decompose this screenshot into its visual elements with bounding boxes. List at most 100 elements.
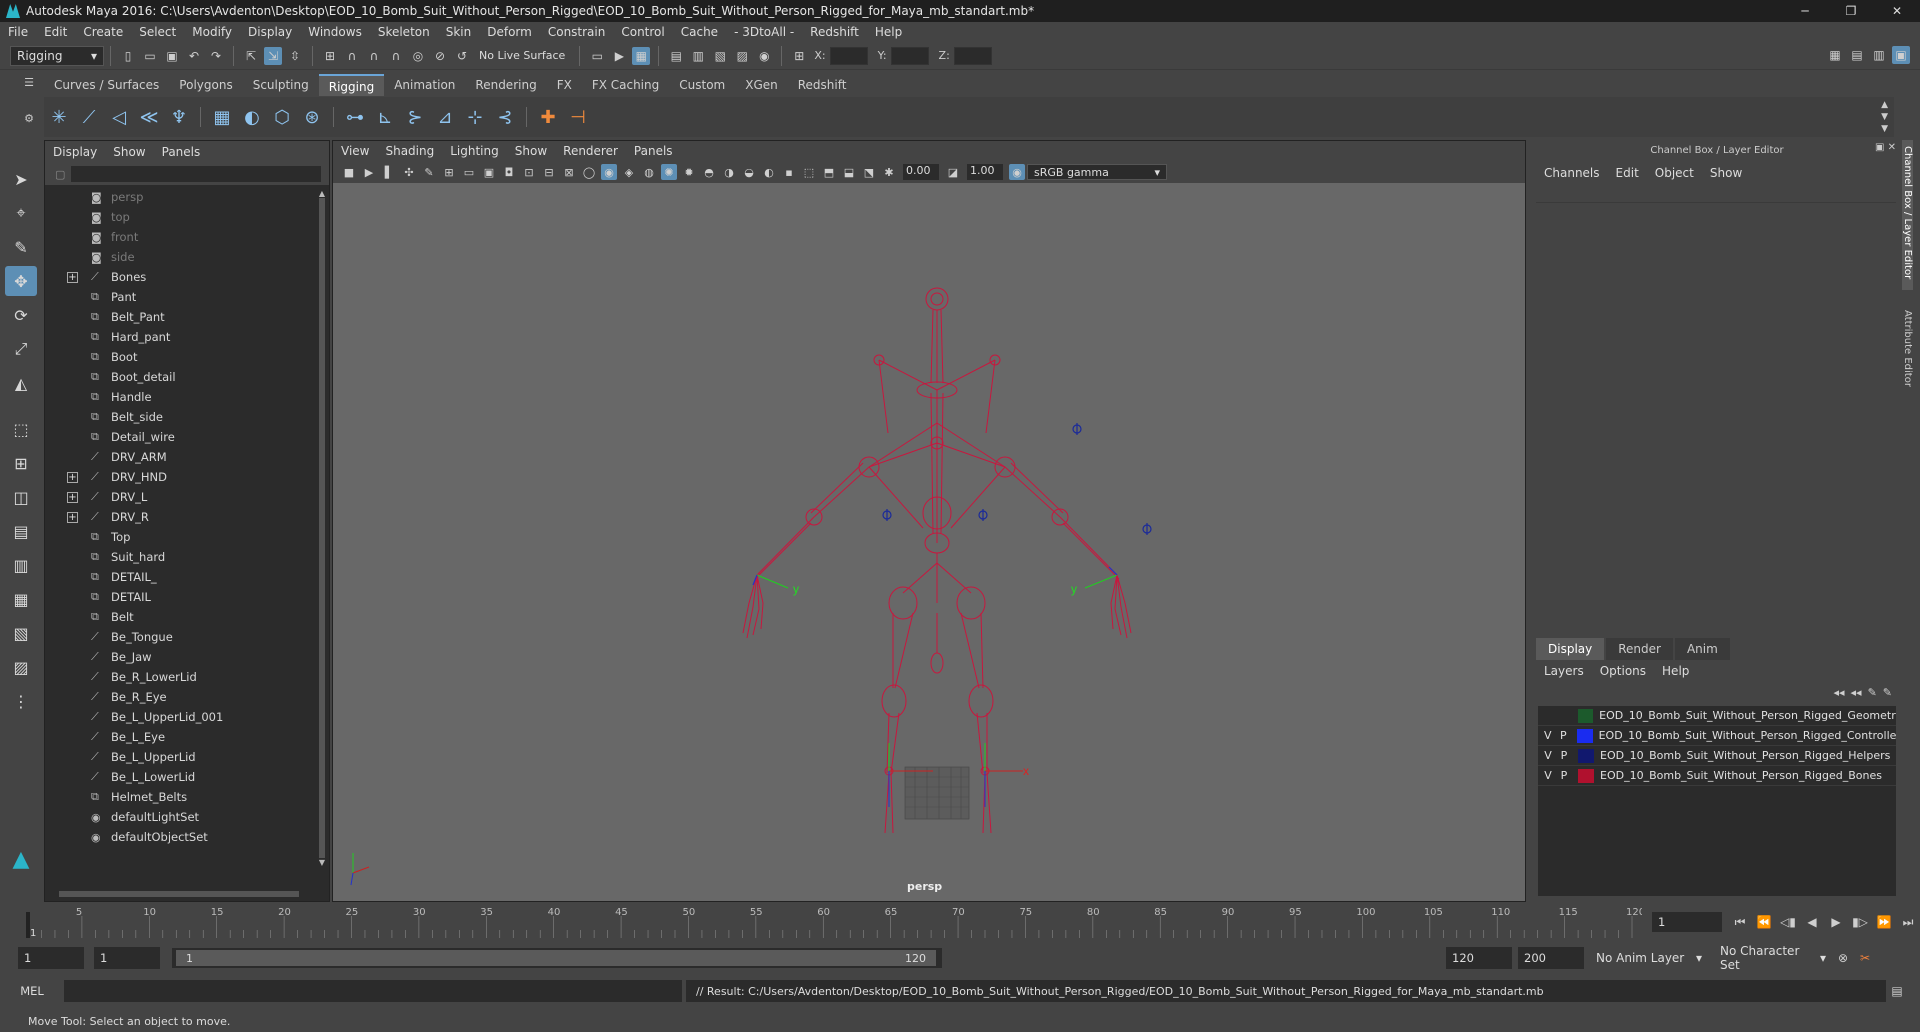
sphere-render-icon[interactable]: ◉ xyxy=(755,47,773,65)
outliner-item[interactable]: ⟋ DRV_ARM xyxy=(45,447,329,467)
outliner-item[interactable]: ⧉ Hard_pant xyxy=(45,327,329,347)
side-tab-attribute-editor[interactable]: Attribute Editor xyxy=(1902,304,1913,404)
interactive-bind-icon[interactable]: ⊱ xyxy=(400,102,430,132)
select-component-icon[interactable]: ⇳ xyxy=(286,47,304,65)
step-back-key-icon[interactable]: ◁▮ xyxy=(1778,913,1798,931)
safe-action-icon[interactable]: ⊟ xyxy=(541,164,557,180)
attribute-editor-toggle-icon[interactable]: ▤ xyxy=(1848,46,1866,64)
layout-c-icon[interactable]: ▧ xyxy=(5,618,37,648)
bind-skin-icon[interactable]: ⊶ xyxy=(340,102,370,132)
shelf-tab-redshift[interactable]: Redshift xyxy=(788,74,857,96)
snap-point-icon[interactable]: ∩ xyxy=(365,47,383,65)
go-to-end-icon[interactable]: ⏭ xyxy=(1898,913,1918,931)
layer-color-swatch[interactable] xyxy=(1578,768,1594,783)
cb-menu-show[interactable]: Show xyxy=(1702,166,1750,180)
camera-bookmark-icon[interactable]: ▶ xyxy=(361,164,377,180)
layout-b-icon[interactable]: ▦ xyxy=(5,584,37,614)
xray-icon[interactable]: ⬚ xyxy=(801,164,817,180)
y-field[interactable] xyxy=(890,46,929,65)
shelf-handle[interactable]: ☰ ⚙ xyxy=(22,74,36,134)
outliner-item[interactable]: ⟋ Be_L_UpperLid xyxy=(45,747,329,767)
range-end-field[interactable]: 120 xyxy=(1446,947,1512,969)
menu-skin[interactable]: Skin xyxy=(438,25,480,39)
outliner-item[interactable]: ⟋ Be_L_LowerLid xyxy=(45,767,329,787)
panel-float-close-icons[interactable]: ▣ ✕ xyxy=(1875,142,1896,153)
construction-history-icon[interactable]: ▶ xyxy=(610,47,628,65)
insert-joint-icon[interactable]: ≪ xyxy=(134,102,164,132)
shelf-scroll-icon[interactable]: ▲ ▼ ▼ xyxy=(1881,99,1888,135)
menu-skeleton[interactable]: Skeleton xyxy=(370,25,438,39)
display-layer-row[interactable]: EOD_10_Bomb_Suit_Without_Person_Rigged_G… xyxy=(1538,706,1896,726)
move-layer-down-icon[interactable]: ◂◂ xyxy=(1851,686,1862,699)
viewport-menu-show[interactable]: Show xyxy=(507,144,555,158)
command-input[interactable] xyxy=(64,980,682,1002)
last-tool-icon[interactable]: ◭ xyxy=(5,368,37,398)
xray-active-icon[interactable]: ⬓ xyxy=(841,164,857,180)
save-scene-icon[interactable]: ▣ xyxy=(163,47,181,65)
menu-create[interactable]: Create xyxy=(75,25,131,39)
select-hierarchy-icon[interactable]: ⇱ xyxy=(242,47,260,65)
layout-d-icon[interactable]: ▨ xyxy=(5,652,37,682)
layer-menu-layers[interactable]: Layers xyxy=(1536,664,1592,678)
expand-icon[interactable]: + xyxy=(67,471,78,483)
joint-tool-icon[interactable]: ✳ xyxy=(44,102,74,132)
layer-visibility-toggle[interactable]: V xyxy=(1542,729,1554,742)
outliner-item[interactable]: ⧉ Handle xyxy=(45,387,329,407)
tool-settings-toggle-icon[interactable]: ▥ xyxy=(1870,46,1888,64)
move-layer-up-icon[interactable]: ◂◂ xyxy=(1833,686,1844,699)
maximize-button[interactable]: ❐ xyxy=(1828,0,1874,22)
render-settings-icon[interactable]: ▧ xyxy=(711,47,729,65)
select-object-icon[interactable]: ⇲ xyxy=(264,46,282,65)
expand-icon[interactable]: + xyxy=(67,271,78,283)
x-field[interactable] xyxy=(829,46,868,65)
outliner-item[interactable]: + ⟋ DRV_L xyxy=(45,487,329,507)
redo-icon[interactable]: ↷ xyxy=(207,47,225,65)
minimize-button[interactable]: ─ xyxy=(1782,0,1828,22)
viewport-canvas[interactable]: y y x persp xyxy=(333,183,1525,901)
unbind-skin-icon[interactable]: ⊿ xyxy=(430,102,460,132)
go-to-start-icon[interactable]: ⏮ xyxy=(1730,913,1750,931)
rotate-tool-icon[interactable]: ⟳ xyxy=(5,300,37,330)
menu-redshift[interactable]: Redshift xyxy=(802,25,867,39)
menu-select[interactable]: Select xyxy=(131,25,184,39)
outliner-item[interactable]: ⧉ Belt_side xyxy=(45,407,329,427)
layer-tab-anim[interactable]: Anim xyxy=(1674,638,1730,660)
layer-menu-options[interactable]: Options xyxy=(1592,664,1654,678)
undo-icon[interactable]: ↶ xyxy=(185,47,203,65)
point-constraint-icon[interactable]: ✚ xyxy=(533,102,563,132)
shadows-icon[interactable]: ✹ xyxy=(681,164,697,180)
outliner-menu-show[interactable]: Show xyxy=(105,145,153,159)
modeling-toolkit-icon[interactable]: ▦ xyxy=(1826,46,1844,64)
outliner-item[interactable]: ◙ side xyxy=(45,247,329,267)
menu-3dtoall[interactable]: - 3DtoAll - xyxy=(726,25,802,39)
hand-manipulator-left[interactable]: y xyxy=(752,574,799,596)
make-live-icon[interactable]: ◎ xyxy=(409,47,427,65)
anim-layer-dropdown[interactable]: No Anim Layer ▾ xyxy=(1590,947,1708,969)
shelf-tab-fx[interactable]: FX xyxy=(547,74,582,96)
textured-icon[interactable]: ◍ xyxy=(641,164,657,180)
current-frame-field[interactable]: 1 xyxy=(1652,912,1722,932)
layer-visibility-toggle[interactable]: V xyxy=(1542,769,1554,782)
wire-deformer-icon[interactable]: ⊛ xyxy=(297,102,327,132)
outliner-vscrollbar[interactable]: ▲ ▼ xyxy=(317,189,327,879)
menu-windows[interactable]: Windows xyxy=(300,25,370,39)
outliner-item[interactable]: ⧉ Pant xyxy=(45,287,329,307)
outliner-item[interactable]: ⧉ Boot xyxy=(45,347,329,367)
outliner-item[interactable]: ◉ defaultLightSet xyxy=(45,807,329,827)
image-plane-icon[interactable]: ▌ xyxy=(381,164,397,180)
shelf-tab-animation[interactable]: Animation xyxy=(384,74,465,96)
colorspace-dropdown[interactable]: sRGB gamma ▾ xyxy=(1027,164,1167,180)
motion-blur-icon[interactable]: ◑ xyxy=(721,164,737,180)
layer-visibility-toggle[interactable]: V xyxy=(1542,749,1554,762)
menu-display[interactable]: Display xyxy=(240,25,300,39)
menuset-dropdown[interactable]: Rigging ▾ xyxy=(10,45,104,66)
copy-weights-icon[interactable]: ⊰ xyxy=(490,102,520,132)
viewport-menu-panels[interactable]: Panels xyxy=(626,144,681,158)
outliner-item[interactable]: ⧉ Detail_wire xyxy=(45,427,329,447)
anti-aliasing-icon[interactable]: ◒ xyxy=(741,164,757,180)
outliner-persp-icon[interactable]: ▤ xyxy=(5,516,37,546)
outliner-item[interactable]: ⧉ DETAIL xyxy=(45,587,329,607)
play-forward-icon[interactable]: ▶ xyxy=(1826,913,1846,931)
xray-joints-icon[interactable]: ⬒ xyxy=(821,164,837,180)
new-scene-icon[interactable]: ▯ xyxy=(119,47,137,65)
